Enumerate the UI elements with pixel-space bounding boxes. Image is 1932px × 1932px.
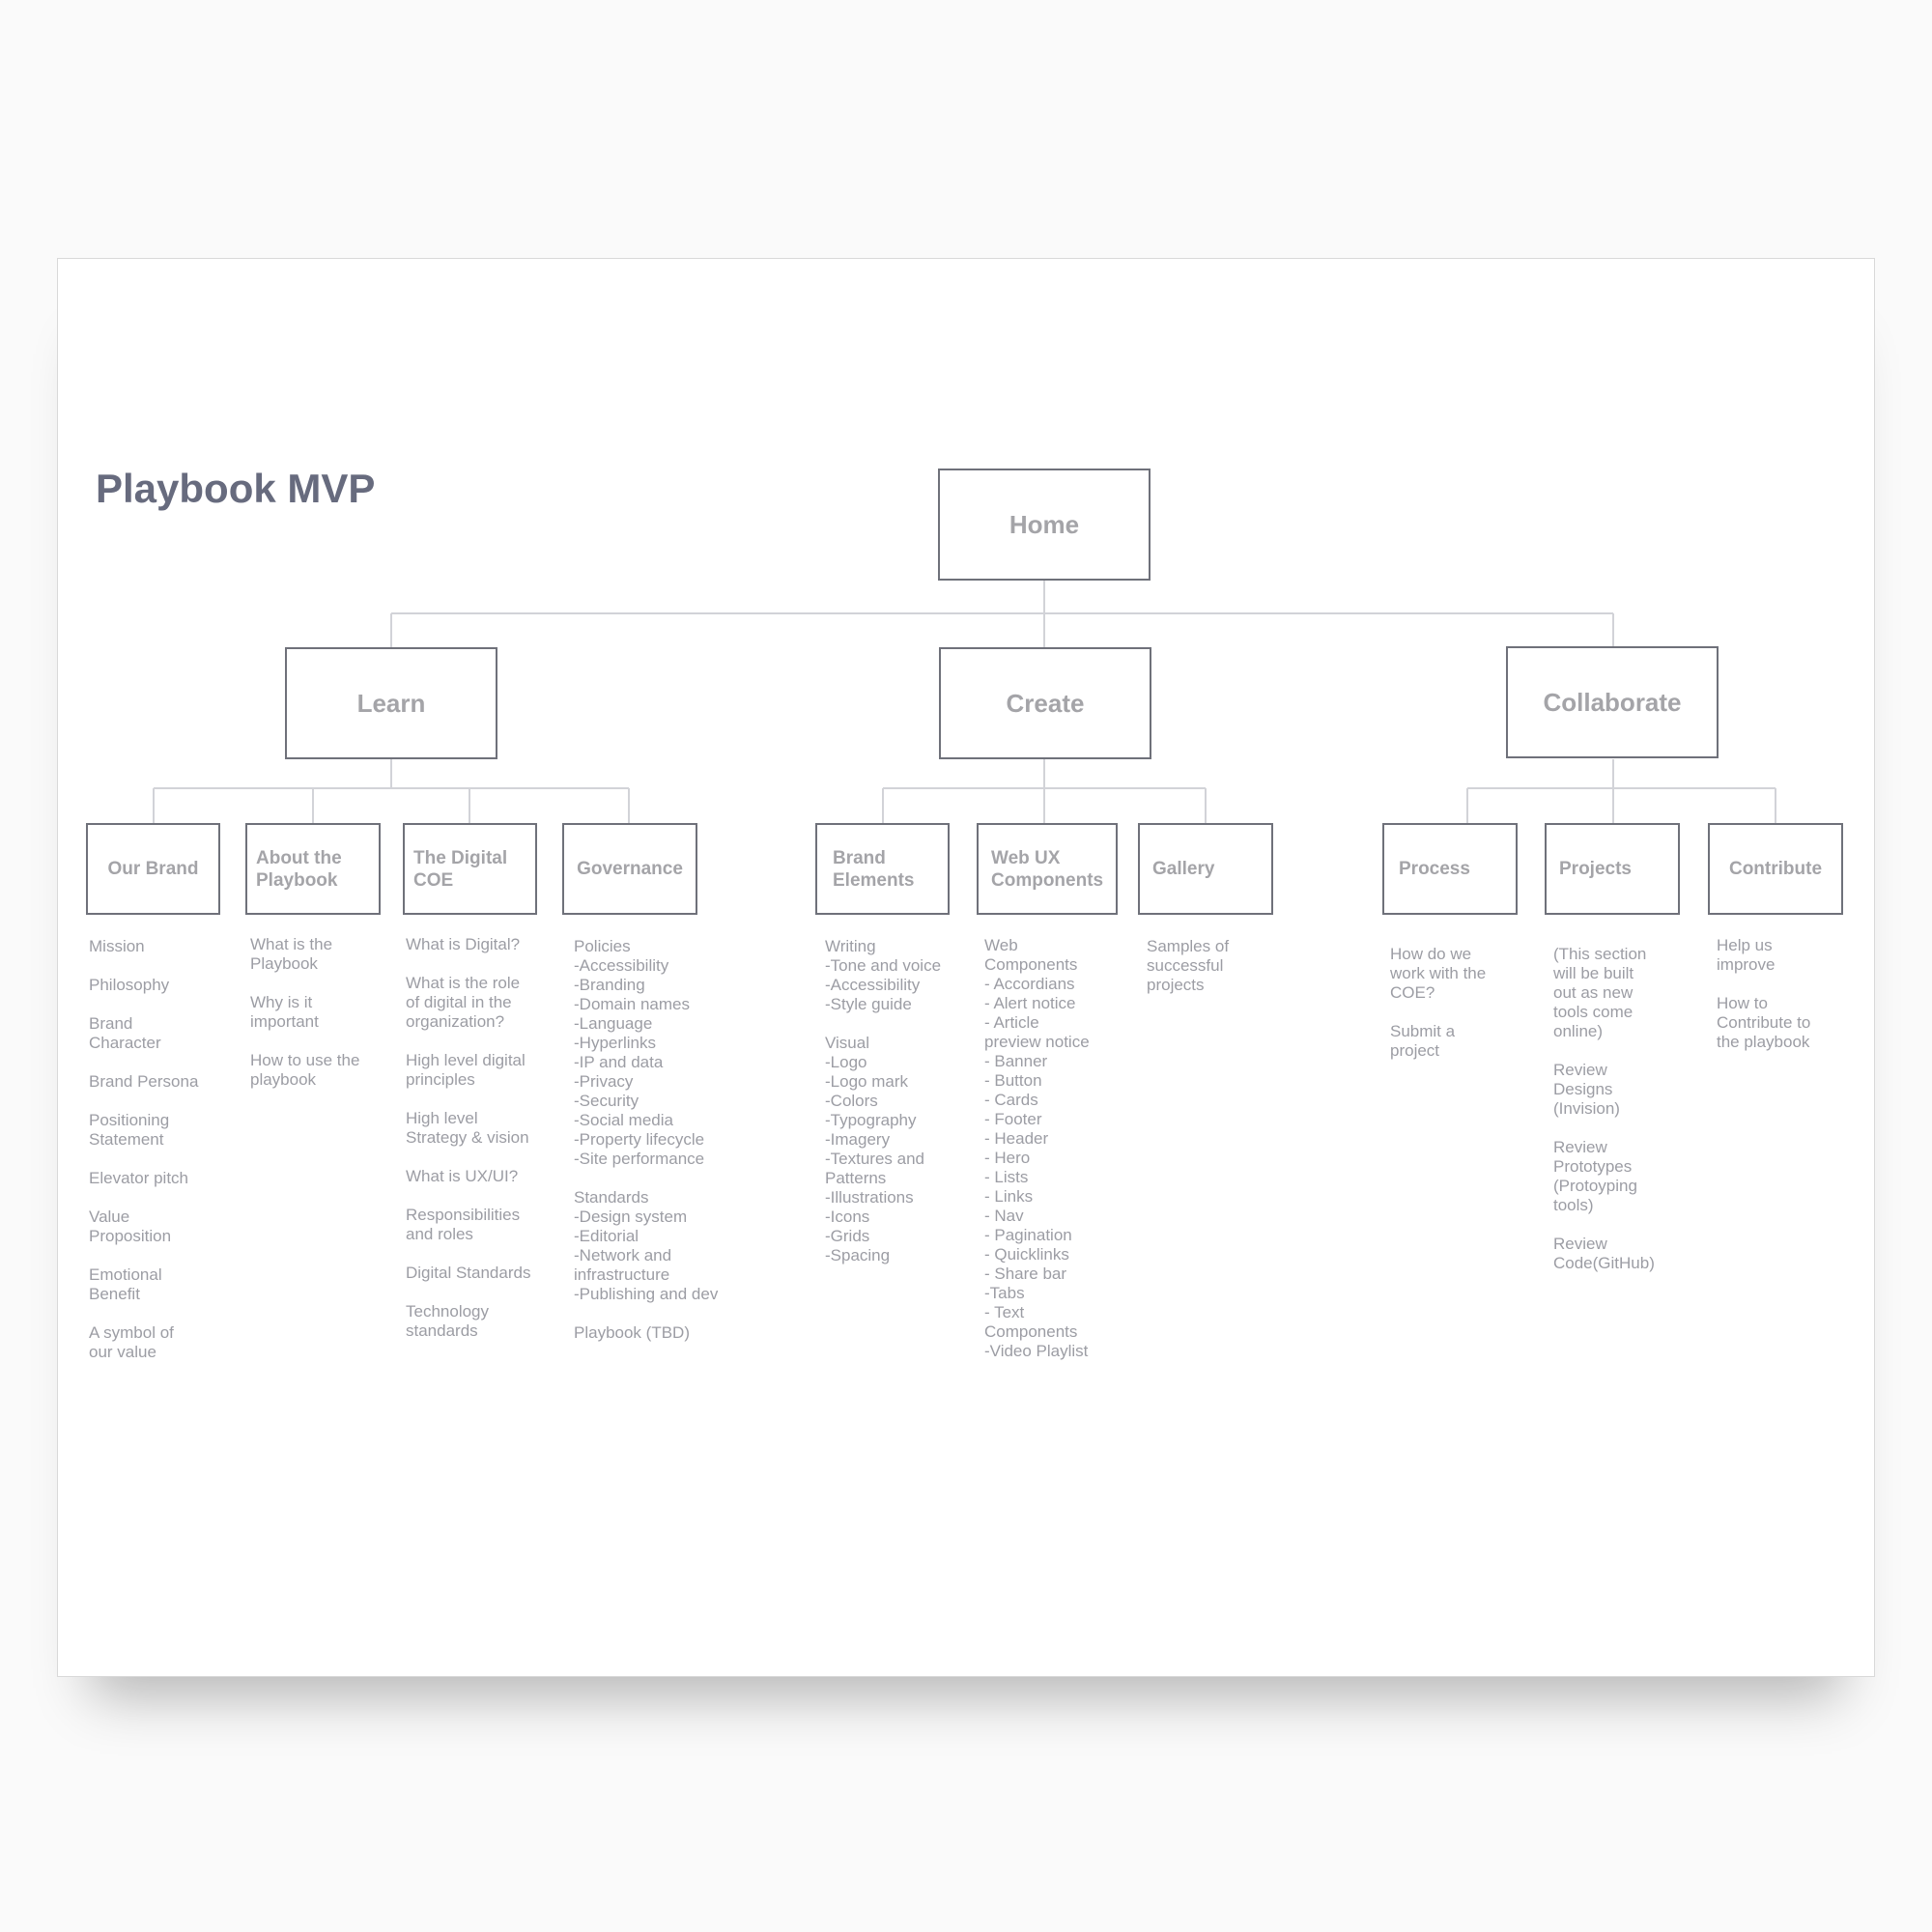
list-item: What is UX/UI? bbox=[406, 1167, 519, 1185]
list-item: Standards -Design system -Editorial -Net… bbox=[574, 1188, 719, 1303]
list-item: Playbook (TBD) bbox=[574, 1323, 690, 1342]
list-item: How to Contribute to the playbook bbox=[1717, 994, 1811, 1051]
list-item: Brand Character bbox=[89, 1014, 161, 1052]
list-our-brand: Mission Philosophy Brand Character Brand Pe… bbox=[89, 937, 224, 1381]
list-item: Digital Standards bbox=[406, 1264, 531, 1282]
list-brand-elements: Writing -Tone and voice -Accessibility -… bbox=[825, 937, 970, 1285]
node-brand-elements: Brand Elements bbox=[815, 823, 950, 915]
list-item: Brand Persona bbox=[89, 1072, 199, 1091]
list-item: What is the Playbook bbox=[250, 935, 333, 973]
node-projects: Projects bbox=[1545, 823, 1680, 915]
list-item: Philosophy bbox=[89, 976, 170, 994]
list-item: Why is it important bbox=[250, 993, 319, 1031]
list-item: Mission bbox=[89, 937, 145, 955]
node-home: Home bbox=[938, 469, 1151, 581]
list-item: Value Proposition bbox=[89, 1208, 172, 1245]
list-item: Visual -Logo -Logo mark -Colors -Typogra… bbox=[825, 1034, 924, 1264]
list-item: How do we work with the COE? bbox=[1390, 945, 1487, 1002]
page-title: Playbook MVP bbox=[96, 466, 376, 511]
list-item: Emotional Benefit bbox=[89, 1265, 162, 1303]
list-item: High level Strategy & vision bbox=[406, 1109, 529, 1147]
list-item: Submit a project bbox=[1390, 1022, 1456, 1060]
list-digital-coe: What is Digital? What is the role of digi… bbox=[406, 935, 560, 1360]
list-contribute: Help us improve How to Contribute to the … bbox=[1717, 936, 1852, 1071]
list-item: Review Prototypes (Protoyping tools) bbox=[1553, 1138, 1637, 1214]
list-item: Help us improve bbox=[1717, 936, 1776, 974]
list-item: Technology standards bbox=[406, 1302, 490, 1340]
connector-collaborate-topics bbox=[1466, 759, 1776, 823]
list-item: Policies -Accessibility -Branding -Domai… bbox=[574, 937, 705, 1168]
node-learn: Learn bbox=[285, 647, 497, 759]
node-governance: Governance bbox=[562, 823, 697, 915]
list-item: A symbol of our value bbox=[89, 1323, 174, 1361]
list-item: Web Components - Accordians - Alert noti… bbox=[984, 936, 1090, 1360]
list-item: Writing -Tone and voice -Accessibility -… bbox=[825, 937, 942, 1013]
list-gallery: Samples of successful projects bbox=[1147, 937, 1282, 1014]
node-our-brand: Our Brand bbox=[86, 823, 220, 915]
list-item: (This section will be built out as new t… bbox=[1553, 945, 1647, 1040]
node-about-the-playbook: About the Playbook bbox=[245, 823, 381, 915]
list-item: High level digital principles bbox=[406, 1051, 526, 1089]
connector-create-topics bbox=[882, 759, 1207, 823]
node-collaborate: Collaborate bbox=[1506, 646, 1719, 758]
list-projects: (This section will be built out as new t… bbox=[1553, 945, 1689, 1293]
node-digital-coe: The Digital COE bbox=[403, 823, 537, 915]
list-item: What is Digital? bbox=[406, 935, 521, 953]
connector-learn-topics bbox=[153, 759, 630, 823]
list-process: How do we work with the COE? Submit a pro… bbox=[1390, 945, 1525, 1080]
list-item: Responsibilities and roles bbox=[406, 1206, 521, 1243]
node-contribute: Contribute bbox=[1708, 823, 1843, 915]
list-item: Review Designs (Invision) bbox=[1553, 1061, 1620, 1118]
list-item: How to use the playbook bbox=[250, 1051, 360, 1089]
node-web-ux-components: Web UX Components bbox=[977, 823, 1118, 915]
list-item: Positioning Statement bbox=[89, 1111, 170, 1149]
node-gallery: Gallery bbox=[1138, 823, 1273, 915]
connector-home-branches bbox=[390, 581, 1614, 647]
list-governance: Policies -Accessibility -Branding -Domai… bbox=[574, 937, 748, 1362]
list-about-the-playbook: What is the Playbook Why is it important H… bbox=[250, 935, 385, 1109]
list-web-ux-components: Web Components - Accordians - Alert noti… bbox=[984, 936, 1129, 1380]
list-item: What is the role of digital in the organ… bbox=[406, 974, 521, 1031]
list-item: Samples of successful projects bbox=[1147, 937, 1230, 994]
node-create: Create bbox=[939, 647, 1151, 759]
list-item: Elevator pitch bbox=[89, 1169, 188, 1187]
list-item: Review Code(GitHub) bbox=[1553, 1235, 1655, 1272]
node-process: Process bbox=[1382, 823, 1518, 915]
